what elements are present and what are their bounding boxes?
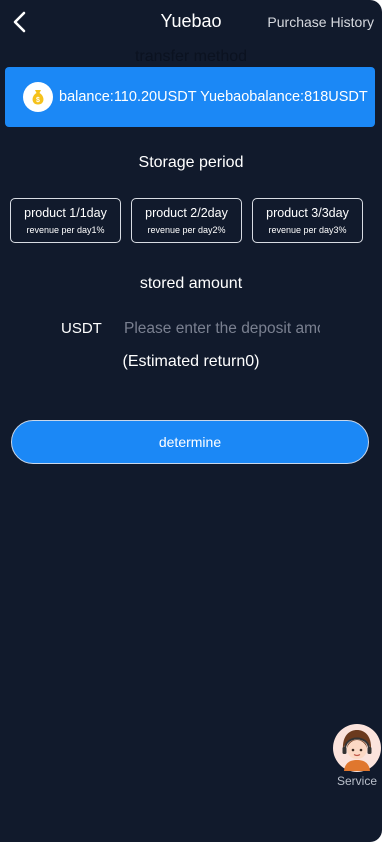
service-label: Service <box>336 774 377 788</box>
deposit-amount-input[interactable] <box>124 318 320 340</box>
balance-text: balance:110.20USDT Yuebaobalance:818USDT <box>59 89 368 105</box>
chevron-left-icon <box>13 11 26 33</box>
product-name: product 3/3day <box>266 206 349 220</box>
product-rate: revenue per day1% <box>26 225 105 235</box>
product-options: product 1/1day revenue per day1% product… <box>10 198 370 244</box>
estimated-return: (Estimated return0) <box>122 353 260 370</box>
currency-label: USDT <box>61 320 102 337</box>
transfer-method-label: transfer method <box>134 48 248 65</box>
service-button[interactable]: Service <box>332 723 382 789</box>
determine-button[interactable]: determine <box>11 420 369 464</box>
product-name: product 2/2day <box>145 206 228 220</box>
back-button[interactable] <box>10 11 30 33</box>
product-rate: revenue per day2% <box>147 225 226 235</box>
svg-text:$: $ <box>36 97 40 104</box>
customer-service-avatar-icon <box>333 724 381 772</box>
balance-card: $ balance:110.20USDT Yuebaobalance:818US… <box>5 67 375 127</box>
purchase-history-link[interactable]: Purchase History <box>267 14 374 30</box>
product-option-1[interactable]: product 1/1day revenue per day1% <box>10 198 121 243</box>
product-name: product 1/1day <box>24 206 107 220</box>
yuebao-screen: Yuebao Purchase History transfer method … <box>0 0 382 842</box>
amount-row: USDT <box>0 318 382 340</box>
stored-amount-label: stored amount <box>139 275 243 292</box>
money-bag-icon: $ <box>23 82 53 112</box>
product-option-3[interactable]: product 3/3day revenue per day3% <box>252 198 363 243</box>
storage-period-label: Storage period <box>138 154 244 171</box>
product-rate: revenue per day3% <box>268 225 347 235</box>
header-bar: Yuebao Purchase History <box>0 0 382 44</box>
product-option-2[interactable]: product 2/2day revenue per day2% <box>131 198 242 243</box>
